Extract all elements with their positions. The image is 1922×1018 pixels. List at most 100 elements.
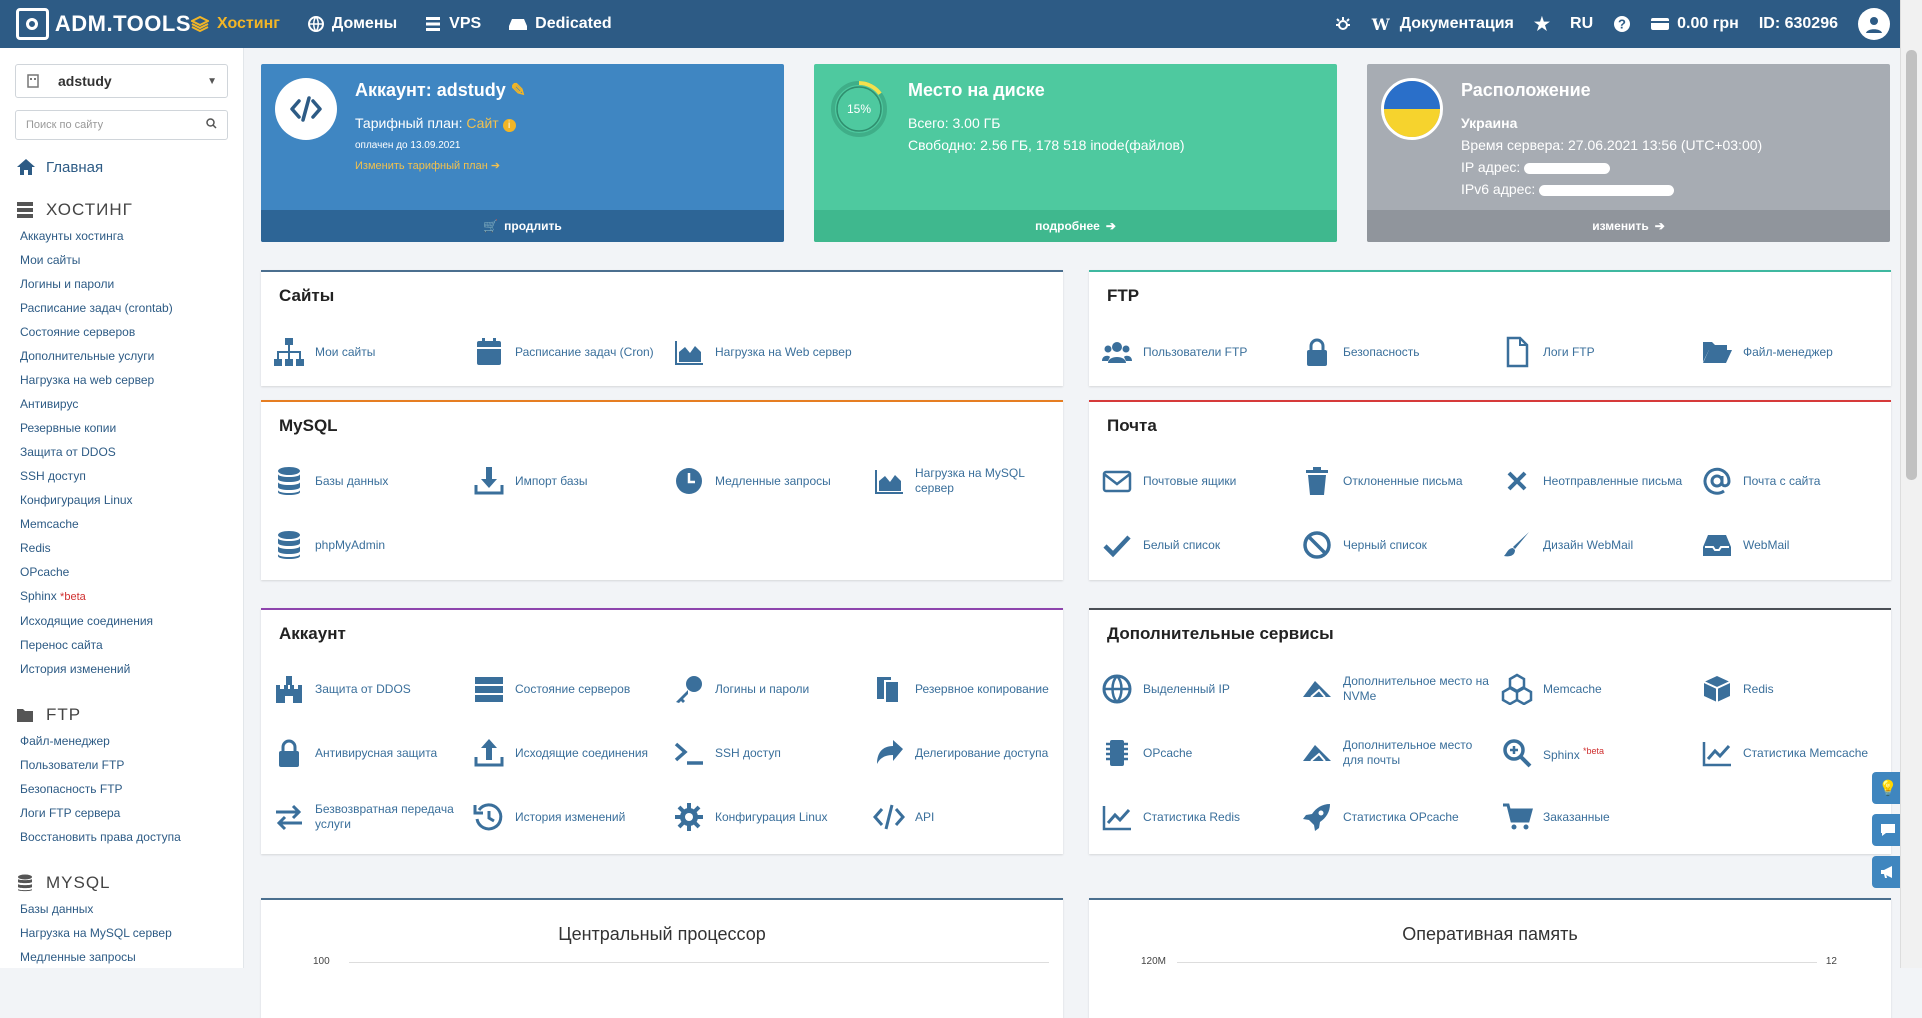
tile-sphinx[interactable]: Sphinx *beta [1501,733,1691,773]
tile-webmail-design[interactable]: Дизайн WebMail [1501,525,1691,565]
help-icon[interactable]: ? [1613,15,1631,33]
sidebar-link-databases[interactable]: Базы данных [20,897,243,921]
tile-memcache[interactable]: Memcache [1501,669,1691,709]
tile-whitelist[interactable]: Белый список [1101,525,1291,565]
tile-ddos[interactable]: Защита от DDOS [273,669,463,709]
sidebar-link-ftp-logs[interactable]: Логи FTP сервера [20,801,243,825]
sidebar-link-opcache[interactable]: OPcache [20,560,243,584]
sidebar-link-linux-config[interactable]: Конфигурация Linux [20,488,243,512]
sidebar-link-outgoing[interactable]: Исходящие соединения [20,609,243,633]
tile-mailboxes[interactable]: Почтовые ящики [1101,461,1291,501]
tile-backups[interactable]: Резервное копирование [873,669,1063,709]
edit-icon[interactable]: ✎ [511,80,526,100]
tile-mail-space[interactable]: Дополнительное место для почты [1301,733,1491,773]
language-switch[interactable]: RU [1570,15,1593,33]
sidebar-link-server-status[interactable]: Состояние серверов [20,320,243,344]
sidebar-link-logins[interactable]: Логины и пароли [20,272,243,296]
balance[interactable]: 0.00 грн [1651,15,1739,33]
tile-history[interactable]: История изменений [473,797,663,837]
tile-transfer[interactable]: Безвозвратная передача услуги [273,797,463,837]
tile-site-mail[interactable]: Почта с сайта [1701,461,1891,501]
tile-ftp-users[interactable]: Пользователи FTP [1101,332,1291,372]
exchange-icon [276,804,302,831]
sidebar-home[interactable]: Главная [16,158,243,176]
tile-web-load[interactable]: Нагрузка на Web сервер [673,332,863,372]
sidebar-link-ftp-security[interactable]: Безопасность FTP [20,777,243,801]
nav-hosting[interactable]: Хостинг [191,15,280,33]
tile-nvme-space[interactable]: Дополнительное место на NVMe [1301,669,1491,709]
tile-ftp-logs[interactable]: Логи FTP [1501,332,1691,372]
star-icon[interactable]: ★ [1534,14,1550,35]
sidebar-search-input[interactable]: Поиск по сайту [15,110,228,140]
tile-blacklist[interactable]: Черный список [1301,525,1491,565]
sidebar-link-ftp-users[interactable]: Пользователи FTP [20,753,243,777]
sidebar-link-antivirus[interactable]: Антивирус [20,392,243,416]
tile-logins[interactable]: Логины и пароли [673,669,863,709]
sidebar-link-ssh[interactable]: SSH доступ [20,464,243,488]
tile-import-db[interactable]: Импорт базы [473,461,663,501]
sidebar-link-my-sites[interactable]: Мои сайты [20,248,243,272]
nav-dedicated[interactable]: Dedicated [509,15,612,33]
sidebar-link-memcache[interactable]: Memcache [20,512,243,536]
tile-file-manager[interactable]: Файл-менеджер [1701,332,1891,372]
sidebar-link-site-transfer[interactable]: Перенос сайта [20,633,243,657]
tile-api[interactable]: API [873,797,1063,837]
ram-chart-title: Оперативная память [1402,924,1578,944]
bug-icon[interactable] [1334,15,1352,33]
sidebar-link-extra-services[interactable]: Дополнительные услуги [20,344,243,368]
tile-memcache-stats[interactable]: Статистика Memcache [1701,733,1891,773]
tile-redis-stats[interactable]: Статистика Redis [1101,797,1291,837]
sidebar-link-history[interactable]: История изменений [20,657,243,681]
tile-ssh[interactable]: SSH доступ [673,733,863,773]
cpu-chart-panel: Центральный процессор 100 [261,898,1063,1018]
sidebar-link-hosting-accounts[interactable]: Аккаунты хостинга [20,224,243,248]
nav-domains[interactable]: Домены [307,15,397,33]
sidebar-link-redis[interactable]: Redis [20,536,243,560]
change-plan-link[interactable]: Изменить тарифный план ➔ [355,159,500,172]
adm-tools-logo[interactable]: ADM.TOOLS [16,8,191,40]
tile-webmail[interactable]: WebMail [1701,525,1891,565]
sidebar-link-slow-queries[interactable]: Медленные запросы [20,945,243,968]
sidebar-link-ddos[interactable]: Защита от DDOS [20,440,243,464]
nav-vps[interactable]: VPS [425,15,481,33]
renew-button[interactable]: 🛒 продлить [261,210,784,242]
tile-opcache-stats[interactable]: Статистика OPcache [1301,797,1491,837]
tile-unsent-mail[interactable]: Неотправленные письма [1501,461,1691,501]
tile-linux-config[interactable]: Конфигурация Linux [673,797,863,837]
tile-redis[interactable]: Redis [1701,669,1891,709]
tile-databases[interactable]: Базы данных [273,461,463,501]
disk-details-button[interactable]: подробнее ➔ [814,210,1337,242]
tile-server-status[interactable]: Состояние серверов [473,669,663,709]
sidebar-link-mysql-load[interactable]: Нагрузка на MySQL сервер [20,921,243,945]
account-select[interactable]: adstudy ▼ [15,64,228,98]
tile-outgoing[interactable]: Исходящие соединения [473,733,663,773]
tariff-plan-link[interactable]: Сайт [466,115,498,131]
tile-opcache[interactable]: OPcache [1101,733,1291,773]
page-scrollbar[interactable] [1900,0,1922,968]
tile-my-sites[interactable]: Мои сайты [273,332,463,372]
tile-rejected-mail[interactable]: Отклоненные письма [1301,461,1491,501]
tile-phpmyadmin[interactable]: phpMyAdmin [273,525,463,565]
sidebar-link-web-load[interactable]: Нагрузка на web сервер [20,368,243,392]
tile-ftp-security[interactable]: Безопасность [1301,332,1491,372]
sidebar-link-restore-permissions[interactable]: Восстановить права доступа [20,825,243,849]
cpu-chart-title: Центральный процессор [558,924,766,944]
sidebar-link-sphinx[interactable]: Sphinx *beta [20,584,243,609]
sidebar-link-file-manager[interactable]: Файл-менеджер [20,729,243,753]
sidebar-link-backups[interactable]: Резервные копии [20,416,243,440]
search-icon[interactable] [206,118,217,132]
tile-ordered[interactable]: Заказанные [1501,797,1691,837]
sidebar-link-crontab[interactable]: Расписание задач (crontab) [20,296,243,320]
tile-mysql-load[interactable]: Нагрузка на MySQL сервер [873,461,1063,501]
tile-slow-queries[interactable]: Медленные запросы [673,461,863,501]
change-location-button[interactable]: изменить ➔ [1367,210,1890,242]
scrollbar-thumb[interactable] [1906,50,1917,480]
info-icon[interactable]: i [502,119,516,132]
tile-delegation[interactable]: Делегирование доступа [873,733,1063,773]
tile-antivirus[interactable]: Антивирусная защита [273,733,463,773]
tile-dedicated-ip[interactable]: Выделенный IP [1101,669,1291,709]
tile-cron[interactable]: Расписание задач (Cron) [473,332,663,372]
documentation-link[interactable]: W Документация [1372,15,1514,34]
user-avatar[interactable] [1858,8,1890,40]
arrow-right-icon: ➔ [1105,219,1116,233]
